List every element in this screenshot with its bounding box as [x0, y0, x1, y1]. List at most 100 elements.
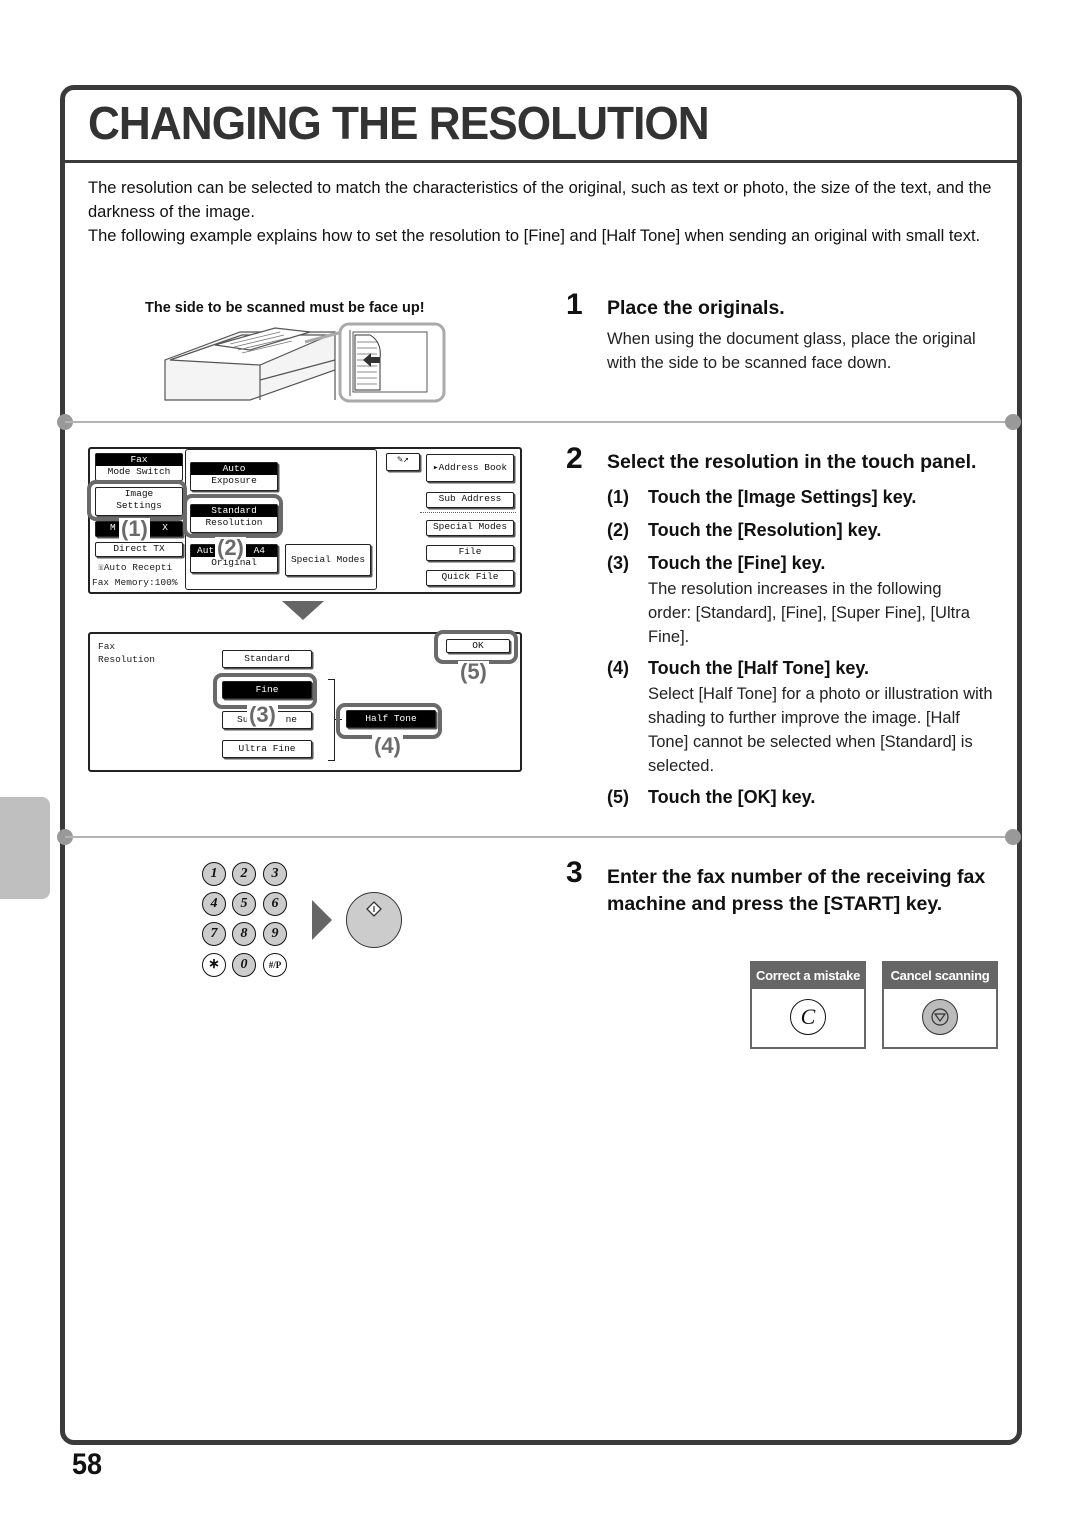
highlight-resolution [183, 494, 283, 538]
key-8[interactable]: 8 [232, 922, 256, 946]
ultra-fine-key[interactable]: Ultra Fine [222, 740, 312, 758]
file-key[interactable]: File [426, 545, 514, 561]
intro-paragraph-1: The resolution can be selected to match … [88, 179, 992, 221]
numeric-keypad: 1 2 3 4 5 6 7 8 9 ∗ 0 #/P [200, 862, 300, 977]
intro-text: The resolution can be selected to match … [88, 176, 998, 248]
key-7[interactable]: 7 [202, 922, 226, 946]
resolution-panel-label-line2: Resolution [98, 654, 156, 665]
correct-mistake-label: Correct a mistake [752, 963, 864, 989]
scanner-illustration [164, 322, 446, 403]
key-3[interactable]: 3 [263, 862, 287, 886]
callout-3: (3) [247, 702, 278, 727]
special-modes-center-label: Special Modes [290, 554, 366, 565]
address-entry-icon: ✎↗ [397, 454, 409, 465]
step-1-number: 1 [566, 288, 583, 321]
page-title: CHANGING THE RESOLUTION [88, 97, 710, 149]
ultra-fine-label: Ultra Fine [238, 743, 296, 754]
original-value-left: Aut [197, 545, 215, 556]
super-fine-right: ne [285, 714, 297, 725]
intro-paragraph-2: The following example explains how to se… [88, 227, 981, 245]
key-5[interactable]: 5 [232, 892, 256, 916]
original-value-right: A4 [253, 545, 265, 556]
step-2-number: 2 [566, 442, 583, 475]
callout-4: (4) [372, 733, 403, 758]
substep-5-heading: Touch the [OK] key. [648, 787, 816, 807]
key-0[interactable]: 0 [232, 953, 256, 977]
bracket [328, 679, 335, 761]
right-arrow-icon [312, 900, 332, 940]
substep-1-heading: Touch the [Image Settings] key. [648, 487, 917, 507]
special-modes-center-key[interactable]: Special Modes [285, 544, 371, 576]
step-3-heading: Enter the fax number of the receiving fa… [607, 866, 986, 915]
clear-key-icon[interactable]: C [790, 999, 826, 1035]
correct-mistake-box: Correct a mistake C [750, 961, 866, 1049]
stop-key-icon[interactable] [922, 999, 958, 1035]
special-modes-right-key[interactable]: Special Modes [426, 520, 514, 536]
key-asterisk[interactable]: ∗ [202, 953, 226, 977]
step-3-number: 3 [566, 856, 583, 889]
key-1[interactable]: 1 [202, 862, 226, 886]
memory-tx-right: X [162, 522, 168, 533]
standard-label: Standard [244, 653, 290, 664]
quick-file-label: Quick File [441, 571, 499, 582]
step-1-heading: Place the originals. [607, 297, 785, 319]
divider-dot-right [1005, 414, 1021, 430]
substep-3-heading: Touch the [Fine] key. [648, 553, 826, 573]
substep-2-number: (2) [607, 520, 629, 540]
resolution-panel-label-line1: Fax [98, 641, 116, 652]
substep-2-heading: Touch the [Resolution] key. [648, 520, 882, 540]
key-pound-pause[interactable]: #/P [263, 953, 287, 977]
start-key[interactable] [346, 892, 402, 948]
direct-tx-label: Direct TX [113, 543, 165, 554]
mode-switch-key[interactable]: Fax Mode Switch [95, 453, 183, 481]
page-number: 58 [72, 1448, 103, 1481]
substep-3-body: The resolution increases in the followin… [648, 580, 970, 646]
substep-4-number: (4) [607, 658, 629, 678]
callout-1: (1) [119, 516, 150, 541]
dotted-separator [420, 512, 516, 513]
exposure-label: Exposure [211, 475, 257, 486]
chapter-tab [0, 797, 50, 899]
down-arrow-icon [282, 601, 324, 620]
key-4[interactable]: 4 [202, 892, 226, 916]
title-rule [65, 160, 1017, 163]
exposure-value: Auto [191, 463, 277, 475]
address-entry-key[interactable]: ✎↗ [386, 453, 420, 471]
callout-2: (2) [215, 535, 246, 560]
auto-reception-status: ☏Auto Recepti [98, 562, 172, 573]
key-6[interactable]: 6 [263, 892, 287, 916]
file-label: File [458, 546, 482, 557]
memory-tx-left: M [110, 522, 116, 533]
cancel-scanning-box: Cancel scanning [882, 961, 998, 1049]
sub-address-key[interactable]: Sub Address [426, 492, 514, 508]
standard-key[interactable]: Standard [222, 650, 312, 668]
key-2[interactable]: 2 [232, 862, 256, 886]
section-divider [65, 421, 1011, 423]
highlight-image-settings [87, 480, 187, 521]
sub-address-label: Sub Address [438, 493, 502, 504]
address-book-key[interactable]: ▸Address Book [426, 454, 514, 482]
substep-5-number: (5) [607, 787, 629, 807]
address-book-label: Address Book [438, 462, 508, 473]
key-9[interactable]: 9 [263, 922, 287, 946]
substep-3-number: (3) [607, 553, 629, 573]
resolution-panel-label: Fax Resolution [98, 640, 155, 666]
special-modes-right-label: Special Modes [432, 521, 508, 532]
fax-memory-status: Fax Memory:100% [92, 577, 178, 588]
face-up-caption: The side to be scanned must be face up! [145, 300, 425, 316]
exposure-key[interactable]: Auto Exposure [190, 462, 278, 491]
auto-reception-label: Auto Recepti [103, 562, 173, 573]
quick-file-key[interactable]: Quick File [426, 570, 514, 586]
cancel-scanning-label: Cancel scanning [884, 963, 996, 989]
substep-1-number: (1) [607, 487, 629, 507]
step-1-body: When using the document glass, place the… [607, 330, 976, 372]
substep-4-heading: Touch the [Half Tone] key. [648, 658, 870, 678]
start-icon [366, 901, 382, 917]
mode-switch-bottom: Mode Switch [107, 466, 171, 477]
stop-icon [931, 1008, 949, 1026]
direct-tx-key[interactable]: Direct TX [95, 542, 183, 557]
substep-4-body: Select [Half Tone] for a photo or illust… [648, 685, 993, 775]
callout-5: (5) [458, 659, 489, 684]
step-2-heading: Select the resolution in the touch panel… [607, 451, 977, 473]
divider-dot-right-2 [1005, 829, 1021, 845]
